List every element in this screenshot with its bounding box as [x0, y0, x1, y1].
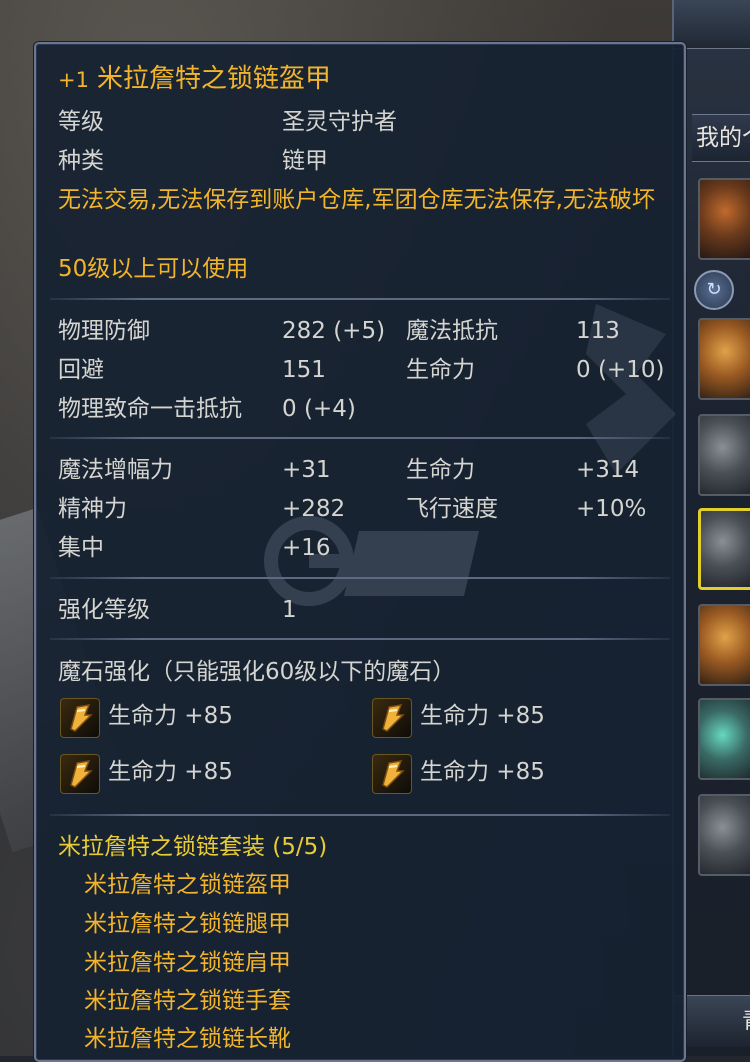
section-divider [50, 638, 670, 640]
inventory-panel-title: 我的个 [692, 114, 750, 162]
magic-boost-label: 魔法增幅力 [58, 457, 173, 483]
section-divider [50, 298, 670, 300]
set-piece: 米拉詹特之锁链盔甲 [84, 872, 291, 898]
evasion-value: 151 [282, 357, 326, 383]
section-divider [50, 814, 670, 816]
mp-value: +282 [282, 496, 346, 522]
hp-label: 生命力 [406, 357, 475, 383]
enhance-value: 1 [282, 597, 297, 623]
set-piece: 米拉詹特之锁链长靴 [84, 1026, 291, 1052]
set-piece: 米拉詹特之锁链腿甲 [84, 911, 291, 937]
set-piece: 米拉詹特之锁链肩甲 [84, 950, 291, 976]
manastone-icon[interactable] [60, 754, 100, 794]
manastone-heading: 魔石强化（只能强化60级以下的魔石） [58, 659, 456, 685]
set-piece: 米拉詹特之锁链手套 [84, 988, 291, 1014]
equipment-slot-weapon[interactable] [698, 178, 750, 260]
manastone-stat: 生命力 +85 [420, 703, 545, 729]
phys-def-label: 物理防御 [58, 318, 150, 344]
mp-label: 精神力 [58, 496, 127, 522]
equipment-slot-shoulder[interactable] [698, 414, 750, 496]
manastone-icon[interactable] [372, 754, 412, 794]
requirement-text: 50级以上可以使用 [58, 256, 249, 282]
bonus-hp-label: 生命力 [406, 457, 475, 483]
focus-value: +16 [282, 535, 331, 561]
restriction-text: 无法交易,无法保存到账户仓库,军团仓库无法保存,无法破坏 [58, 187, 655, 213]
item-tooltip: +1 米拉詹特之锁链盔甲 等级 圣灵守护者 种类 链甲 无法交易,无法保存到账户仓… [34, 42, 686, 1062]
bonus-hp-value: +314 [576, 457, 640, 483]
manastone-icon[interactable] [372, 698, 412, 738]
fly-speed-value: +10% [576, 496, 647, 522]
level-value: 圣灵守护者 [282, 109, 397, 135]
enhance-label: 强化等级 [58, 597, 150, 623]
magic-res-value: 113 [576, 318, 620, 344]
item-title: +1 米拉詹特之锁链盔甲 [58, 64, 331, 95]
enchant-level: +1 [58, 68, 89, 92]
type-label: 种类 [58, 148, 104, 174]
equipment-slot-gloves[interactable] [698, 604, 750, 686]
evasion-label: 回避 [58, 357, 104, 383]
level-label: 等级 [58, 109, 104, 135]
type-value: 链甲 [282, 148, 328, 174]
equipment-slot-legs[interactable] [698, 794, 750, 876]
crit-res-value: 0 (+4) [282, 396, 356, 422]
fly-speed-label: 飞行速度 [406, 496, 498, 522]
set-title: 米拉詹特之锁链套装 (5/5) [58, 834, 328, 860]
hp-value: 0 (+10) [576, 357, 665, 383]
manastone-stat: 生命力 +85 [108, 703, 233, 729]
section-divider [50, 437, 670, 439]
item-name: 米拉詹特之锁链盔甲 [96, 64, 331, 94]
equipment-slot-head[interactable] [698, 318, 750, 400]
section-divider [50, 577, 670, 579]
crit-res-label: 物理致命一击抵抗 [58, 396, 242, 422]
magic-res-label: 魔法抵抗 [406, 318, 498, 344]
inventory-panel-header [674, 0, 750, 49]
manastone-stat: 生命力 +85 [108, 759, 233, 785]
magic-boost-value: +31 [282, 457, 331, 483]
phys-def-value: 282 (+5) [282, 318, 386, 344]
manastone-stat: 生命力 +85 [420, 759, 545, 785]
manastone-icon[interactable] [60, 698, 100, 738]
equipment-slot-chest[interactable] [698, 508, 750, 590]
equipment-slot-accessory[interactable] [698, 698, 750, 780]
swap-weapon-button[interactable]: ↻ [694, 270, 734, 310]
focus-label: 集中 [58, 535, 104, 561]
